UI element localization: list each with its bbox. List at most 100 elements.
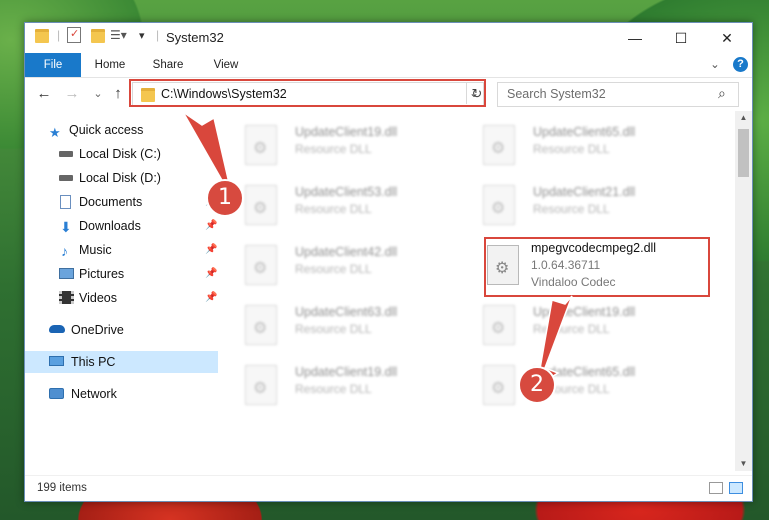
- pin-icon[interactable]: 📌: [205, 287, 217, 309]
- navigation-bar: ← → ⌄ ↑ C:\Windows\System32 ⌄ ↻ Search S…: [25, 78, 752, 110]
- step-1-badge: 1: [206, 179, 244, 217]
- scroll-thumb[interactable]: [738, 129, 749, 177]
- search-icon[interactable]: ⌕: [718, 85, 726, 102]
- details-view-icon[interactable]: [709, 482, 723, 494]
- large-icons-view-icon[interactable]: [729, 482, 743, 494]
- sidebar-item-label: Local Disk (D:): [79, 171, 161, 185]
- file-tile[interactable]: ⚙ UpdateClient63.dll Resource DLL: [235, 299, 465, 353]
- file-name: UpdateClient42.dll: [295, 245, 398, 259]
- drive-icon: [59, 151, 73, 157]
- sidebar-item-videos[interactable]: Videos 📌: [25, 287, 218, 309]
- customize-toolbar-icon[interactable]: ☰▾: [110, 28, 127, 46]
- sidebar-item-label: This PC: [71, 355, 116, 369]
- address-highlight-box: [129, 79, 486, 107]
- sidebar-item-label: Quick access: [69, 123, 144, 137]
- sidebar-item-label: Videos: [79, 291, 117, 305]
- pin-icon[interactable]: 📌: [205, 239, 217, 261]
- sidebar-item-downloads[interactable]: ⬇ Downloads 📌: [25, 215, 218, 237]
- scroll-down-icon[interactable]: ▼: [735, 459, 752, 468]
- maximize-button[interactable]: ☐: [658, 23, 704, 53]
- tab-home[interactable]: Home: [87, 53, 133, 77]
- dll-file-icon: ⚙: [245, 305, 277, 345]
- sidebar-item-pictures[interactable]: Pictures 📌: [25, 263, 218, 285]
- file-tile[interactable]: ⚙ UpdateClient65.dll Resource DLL: [473, 119, 703, 173]
- help-icon[interactable]: ?: [733, 57, 748, 72]
- search-box[interactable]: Search System32 ⌕: [497, 82, 739, 107]
- file-tile[interactable]: ⚙ UpdateClient19.dll Resource DLL: [473, 299, 703, 353]
- folder-icon: [35, 29, 49, 47]
- back-button[interactable]: ←: [34, 84, 54, 104]
- dll-file-icon: ⚙: [483, 365, 515, 405]
- sidebar-item-documents[interactable]: Documents 📌: [25, 191, 218, 213]
- network-icon: [49, 388, 64, 399]
- sidebar-item-onedrive[interactable]: OneDrive: [25, 319, 218, 341]
- sidebar-item-music[interactable]: ♪ Music 📌: [25, 239, 218, 261]
- file-name: UpdateClient63.dll: [295, 305, 398, 319]
- file-tile[interactable]: ⚙ UpdateClient21.dll Resource DLL: [473, 179, 703, 233]
- sidebar-item-quick-access[interactable]: ★ Quick access: [25, 119, 218, 141]
- cloud-icon: [49, 325, 65, 333]
- pin-icon[interactable]: 📌: [205, 215, 217, 237]
- file-type: Resource DLL: [295, 202, 372, 216]
- dll-file-icon: ⚙: [483, 125, 515, 165]
- file-name: UpdateClient65.dll: [533, 125, 636, 139]
- minimize-button[interactable]: —: [612, 23, 658, 53]
- file-type: Resource DLL: [295, 322, 372, 336]
- drive-icon: [59, 175, 73, 181]
- file-explorer-window: | ✓ ☰▾ ▾ | System32 — ☐ ✕ File Home Shar…: [24, 22, 753, 502]
- tab-file[interactable]: File: [25, 53, 81, 77]
- star-icon: ★: [49, 125, 61, 140]
- sidebar-item-label: Local Disk (C:): [79, 147, 161, 161]
- scroll-up-icon[interactable]: ▲: [735, 113, 752, 122]
- video-icon: [59, 291, 74, 304]
- file-tile[interactable]: ⚙ UpdateClient53.dll Resource DLL: [235, 179, 465, 233]
- file-name: UpdateClient19.dll: [533, 305, 636, 319]
- music-icon: ♪: [61, 243, 68, 259]
- window-title: System32: [166, 30, 224, 45]
- item-count: 199 items: [37, 482, 87, 494]
- computer-icon: [49, 356, 64, 366]
- separator: |: [156, 28, 160, 42]
- forward-button[interactable]: →: [62, 84, 82, 104]
- title-bar: | ✓ ☰▾ ▾ | System32 — ☐ ✕: [25, 23, 752, 53]
- dll-file-icon: ⚙: [483, 185, 515, 225]
- search-input[interactable]: Search System32: [507, 87, 606, 101]
- file-tile[interactable]: ⚙ UpdateClient19.dll Resource DLL: [235, 119, 465, 173]
- separator: |: [57, 28, 61, 42]
- sidebar-item-local-disk-c[interactable]: Local Disk (C:): [25, 143, 218, 165]
- close-button[interactable]: ✕: [704, 23, 750, 53]
- vertical-scrollbar[interactable]: ▲ ▼: [735, 111, 752, 471]
- navigation-pane: ★ Quick access Local Disk (C:) Local Dis…: [25, 111, 218, 471]
- qat-dropdown-icon[interactable]: ▾: [139, 29, 145, 47]
- file-name: UpdateClient53.dll: [295, 185, 398, 199]
- file-name: UpdateClient19.dll: [295, 365, 398, 379]
- tab-share[interactable]: Share: [145, 53, 191, 77]
- file-name: UpdateClient21.dll: [533, 185, 636, 199]
- file-tile[interactable]: ⚙ UpdateClient42.dll Resource DLL: [235, 239, 465, 293]
- sidebar-item-this-pc[interactable]: This PC: [25, 351, 218, 373]
- download-icon: ⬇: [60, 219, 72, 235]
- recent-locations-button[interactable]: ⌄: [88, 84, 108, 104]
- dll-file-icon: ⚙: [245, 365, 277, 405]
- sidebar-item-label: Documents: [79, 195, 143, 209]
- properties-icon[interactable]: ✓: [67, 27, 81, 43]
- file-tile[interactable]: ⚙ UpdateClient65.dll Resource DLL: [473, 359, 703, 413]
- document-icon: [60, 195, 71, 209]
- sidebar-item-network[interactable]: Network: [25, 383, 218, 405]
- status-bar: 199 items: [25, 475, 752, 501]
- file-type: Resource DLL: [533, 202, 610, 216]
- refresh-button[interactable]: ↻: [466, 83, 487, 104]
- new-folder-icon[interactable]: [91, 29, 105, 47]
- file-type: Resource DLL: [295, 262, 372, 276]
- sidebar-item-local-disk-d[interactable]: Local Disk (D:): [25, 167, 218, 189]
- step-2-badge: 2: [518, 366, 556, 404]
- sidebar-item-label: Pictures: [79, 267, 125, 281]
- expand-ribbon-icon[interactable]: ⌄: [705, 53, 725, 77]
- file-tile[interactable]: ⚙ UpdateClient19.dll Resource DLL: [235, 359, 465, 413]
- ribbon-tabs: File Home Share View ⌄ ?: [25, 53, 752, 78]
- up-button[interactable]: ↑: [108, 84, 128, 104]
- pin-icon[interactable]: 📌: [205, 263, 217, 285]
- sidebar-item-label: Music: [79, 243, 112, 257]
- dll-file-icon: ⚙: [245, 125, 277, 165]
- tab-view[interactable]: View: [203, 53, 249, 77]
